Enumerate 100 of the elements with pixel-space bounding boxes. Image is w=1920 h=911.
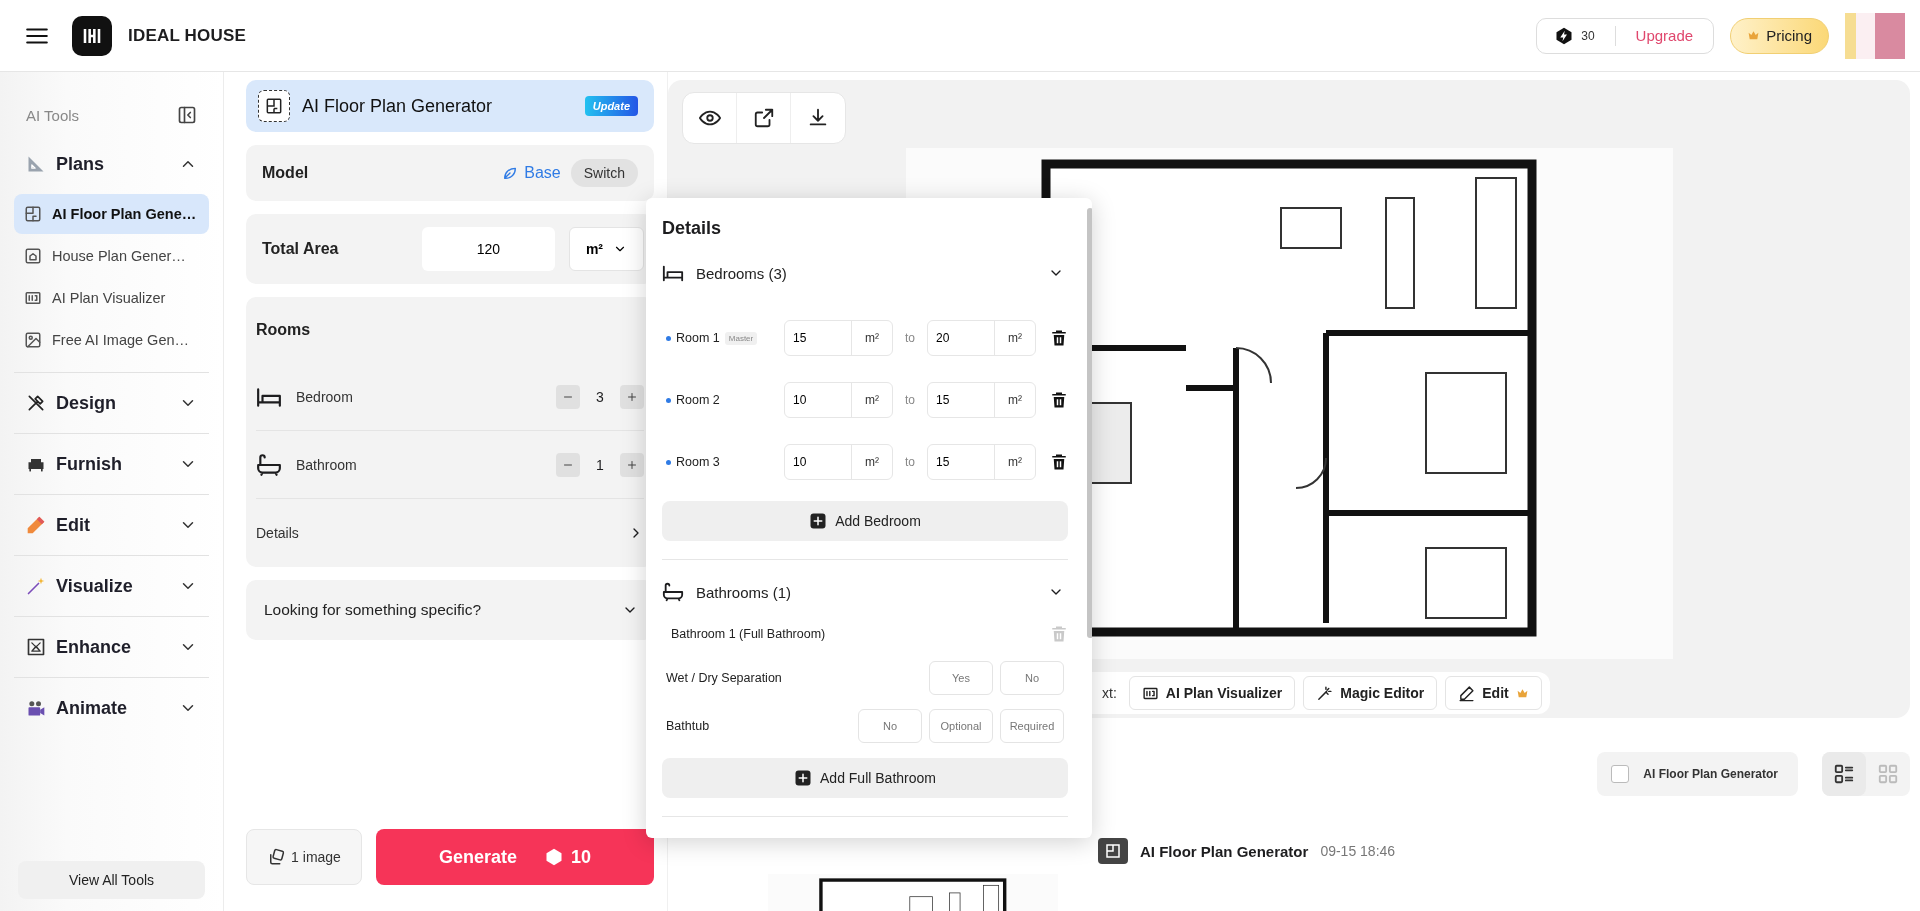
crown-icon xyxy=(1747,29,1761,42)
category-header[interactable]: Visualize xyxy=(14,556,209,616)
bolt-icon xyxy=(545,848,563,866)
range-separator: to xyxy=(904,393,916,407)
tools-icon xyxy=(26,393,46,413)
leaf-icon xyxy=(502,165,519,181)
filter-chip[interactable]: AI Floor Plan Generator xyxy=(1597,752,1798,796)
category-header[interactable]: Enhance xyxy=(14,617,209,677)
category-header[interactable]: Animate xyxy=(14,678,209,738)
category-header[interactable]: Furnish xyxy=(14,434,209,494)
minus-button[interactable] xyxy=(556,384,580,409)
plus-button[interactable] xyxy=(620,452,644,477)
area-field[interactable]: 10 m² xyxy=(784,382,893,418)
details-link[interactable]: Details xyxy=(256,499,644,567)
switch-button[interactable]: Switch xyxy=(570,159,638,187)
option-label: Wet / Dry Separation xyxy=(666,671,783,685)
update-badge: Update xyxy=(584,96,638,116)
room-name: Room 2 xyxy=(676,393,720,407)
area-field[interactable]: 15 m² xyxy=(927,444,1036,480)
logo-icon xyxy=(72,15,112,56)
next-label: xt: xyxy=(1102,685,1117,701)
image-count-button[interactable]: 1 image xyxy=(246,829,362,885)
pen-icon xyxy=(1458,684,1476,702)
section-title: Rooms xyxy=(256,320,312,340)
avatar[interactable] xyxy=(1845,12,1905,59)
floor-plan-icon xyxy=(258,90,290,122)
tool-item[interactable]: AI Plan Visualizer xyxy=(14,278,209,318)
field-label: Total Area xyxy=(262,240,340,258)
generate-button[interactable]: Generate 10 xyxy=(376,829,654,885)
room-name: Room 1 xyxy=(676,331,720,345)
copy-icon xyxy=(267,848,286,866)
ruler-icon xyxy=(26,154,46,174)
room-label: Bedroom xyxy=(296,388,354,405)
category-header[interactable]: Plans xyxy=(14,134,209,194)
wand-icon xyxy=(1316,684,1334,702)
next-action-button[interactable]: AI Plan Visualizer xyxy=(1128,676,1296,710)
plus-icon xyxy=(794,769,812,787)
minus-button[interactable] xyxy=(556,452,580,477)
floor-plan-icon xyxy=(24,205,42,223)
tool-item[interactable]: House Plan Gener… xyxy=(14,236,209,276)
history-time: 09-15 18:46 xyxy=(1320,843,1396,859)
tool-item[interactable]: Free AI Image Gen… xyxy=(14,320,209,360)
delete-icon[interactable] xyxy=(1050,391,1068,409)
floor-plan-icon xyxy=(1098,838,1128,864)
upgrade-link[interactable]: Upgrade xyxy=(1635,27,1694,44)
credit-count: 30 xyxy=(1581,28,1595,43)
room-label: Bathroom xyxy=(296,456,358,473)
history-title: AI Floor Plan Generator xyxy=(1140,842,1309,860)
section-title: AI Tools xyxy=(26,106,80,124)
range-separator: to xyxy=(904,455,916,469)
room-name: Room 3 xyxy=(676,455,720,469)
checkbox[interactable] xyxy=(1611,765,1630,783)
pricing-button[interactable]: Pricing xyxy=(1730,17,1829,54)
view-all-button[interactable]: View All Tools xyxy=(18,861,205,899)
bullet-dot xyxy=(666,459,671,465)
brand-name: IDEAL HOUSE xyxy=(128,25,247,46)
tool-item[interactable]: AI Floor Plan Gene… xyxy=(14,194,209,234)
room-count: 1 xyxy=(596,456,604,473)
master-tag: Master xyxy=(724,331,758,345)
category-header[interactable]: Edit xyxy=(14,495,209,555)
next-action-button[interactable]: Edit xyxy=(1445,676,1542,710)
next-action-button[interactable]: Magic Editor xyxy=(1303,676,1438,710)
scrollbar-thumb[interactable] xyxy=(1087,208,1092,638)
bullet-dot xyxy=(666,335,671,341)
unit-select[interactable]: m² xyxy=(568,227,644,271)
popup-title: Details xyxy=(662,218,723,239)
option-label: Bathtub xyxy=(666,719,711,733)
plus-icon xyxy=(809,512,828,530)
filter-label: AI Floor Plan Generator xyxy=(1643,767,1778,781)
add-room-button[interactable]: Add Bedroom xyxy=(662,501,1068,541)
field-label: Model xyxy=(262,164,310,182)
delete-icon[interactable] xyxy=(1050,453,1068,471)
area-field[interactable]: 15 m² xyxy=(784,320,893,356)
frame-icon xyxy=(26,637,46,657)
section-header[interactable]: Bathrooms (1) xyxy=(662,576,1068,608)
section-header[interactable]: Bedrooms (3) xyxy=(662,257,1068,289)
wand-icon xyxy=(26,576,46,596)
bolt-icon xyxy=(1555,26,1574,45)
model-link[interactable]: Base xyxy=(502,164,561,182)
room-count: 3 xyxy=(596,388,604,405)
area-field[interactable]: 10 m² xyxy=(784,444,893,480)
range-separator: to xyxy=(904,331,916,345)
list-view-icon[interactable] xyxy=(1833,763,1855,785)
tool-title: AI Floor Plan Generator xyxy=(302,95,494,117)
plus-icon xyxy=(626,458,638,471)
plus-button[interactable] xyxy=(620,384,644,409)
pencil-icon xyxy=(26,515,46,535)
collapse-icon[interactable] xyxy=(177,105,197,125)
plus-icon xyxy=(626,390,638,403)
house-plan-icon xyxy=(24,247,42,265)
area-field[interactable]: 20 m² xyxy=(927,320,1036,356)
add-room-button[interactable]: Add Full Bathroom xyxy=(662,758,1068,798)
category-header[interactable]: Design xyxy=(14,373,209,433)
area-field[interactable]: 15 m² xyxy=(927,382,1036,418)
open-external-icon[interactable] xyxy=(752,107,775,129)
room-name: Bathroom 1 (Full Bathroom) xyxy=(671,627,826,641)
area-input[interactable]: 120 xyxy=(421,227,555,271)
delete-icon[interactable] xyxy=(1050,329,1068,347)
bathtub-icon xyxy=(662,581,684,603)
image-icon xyxy=(24,331,42,349)
